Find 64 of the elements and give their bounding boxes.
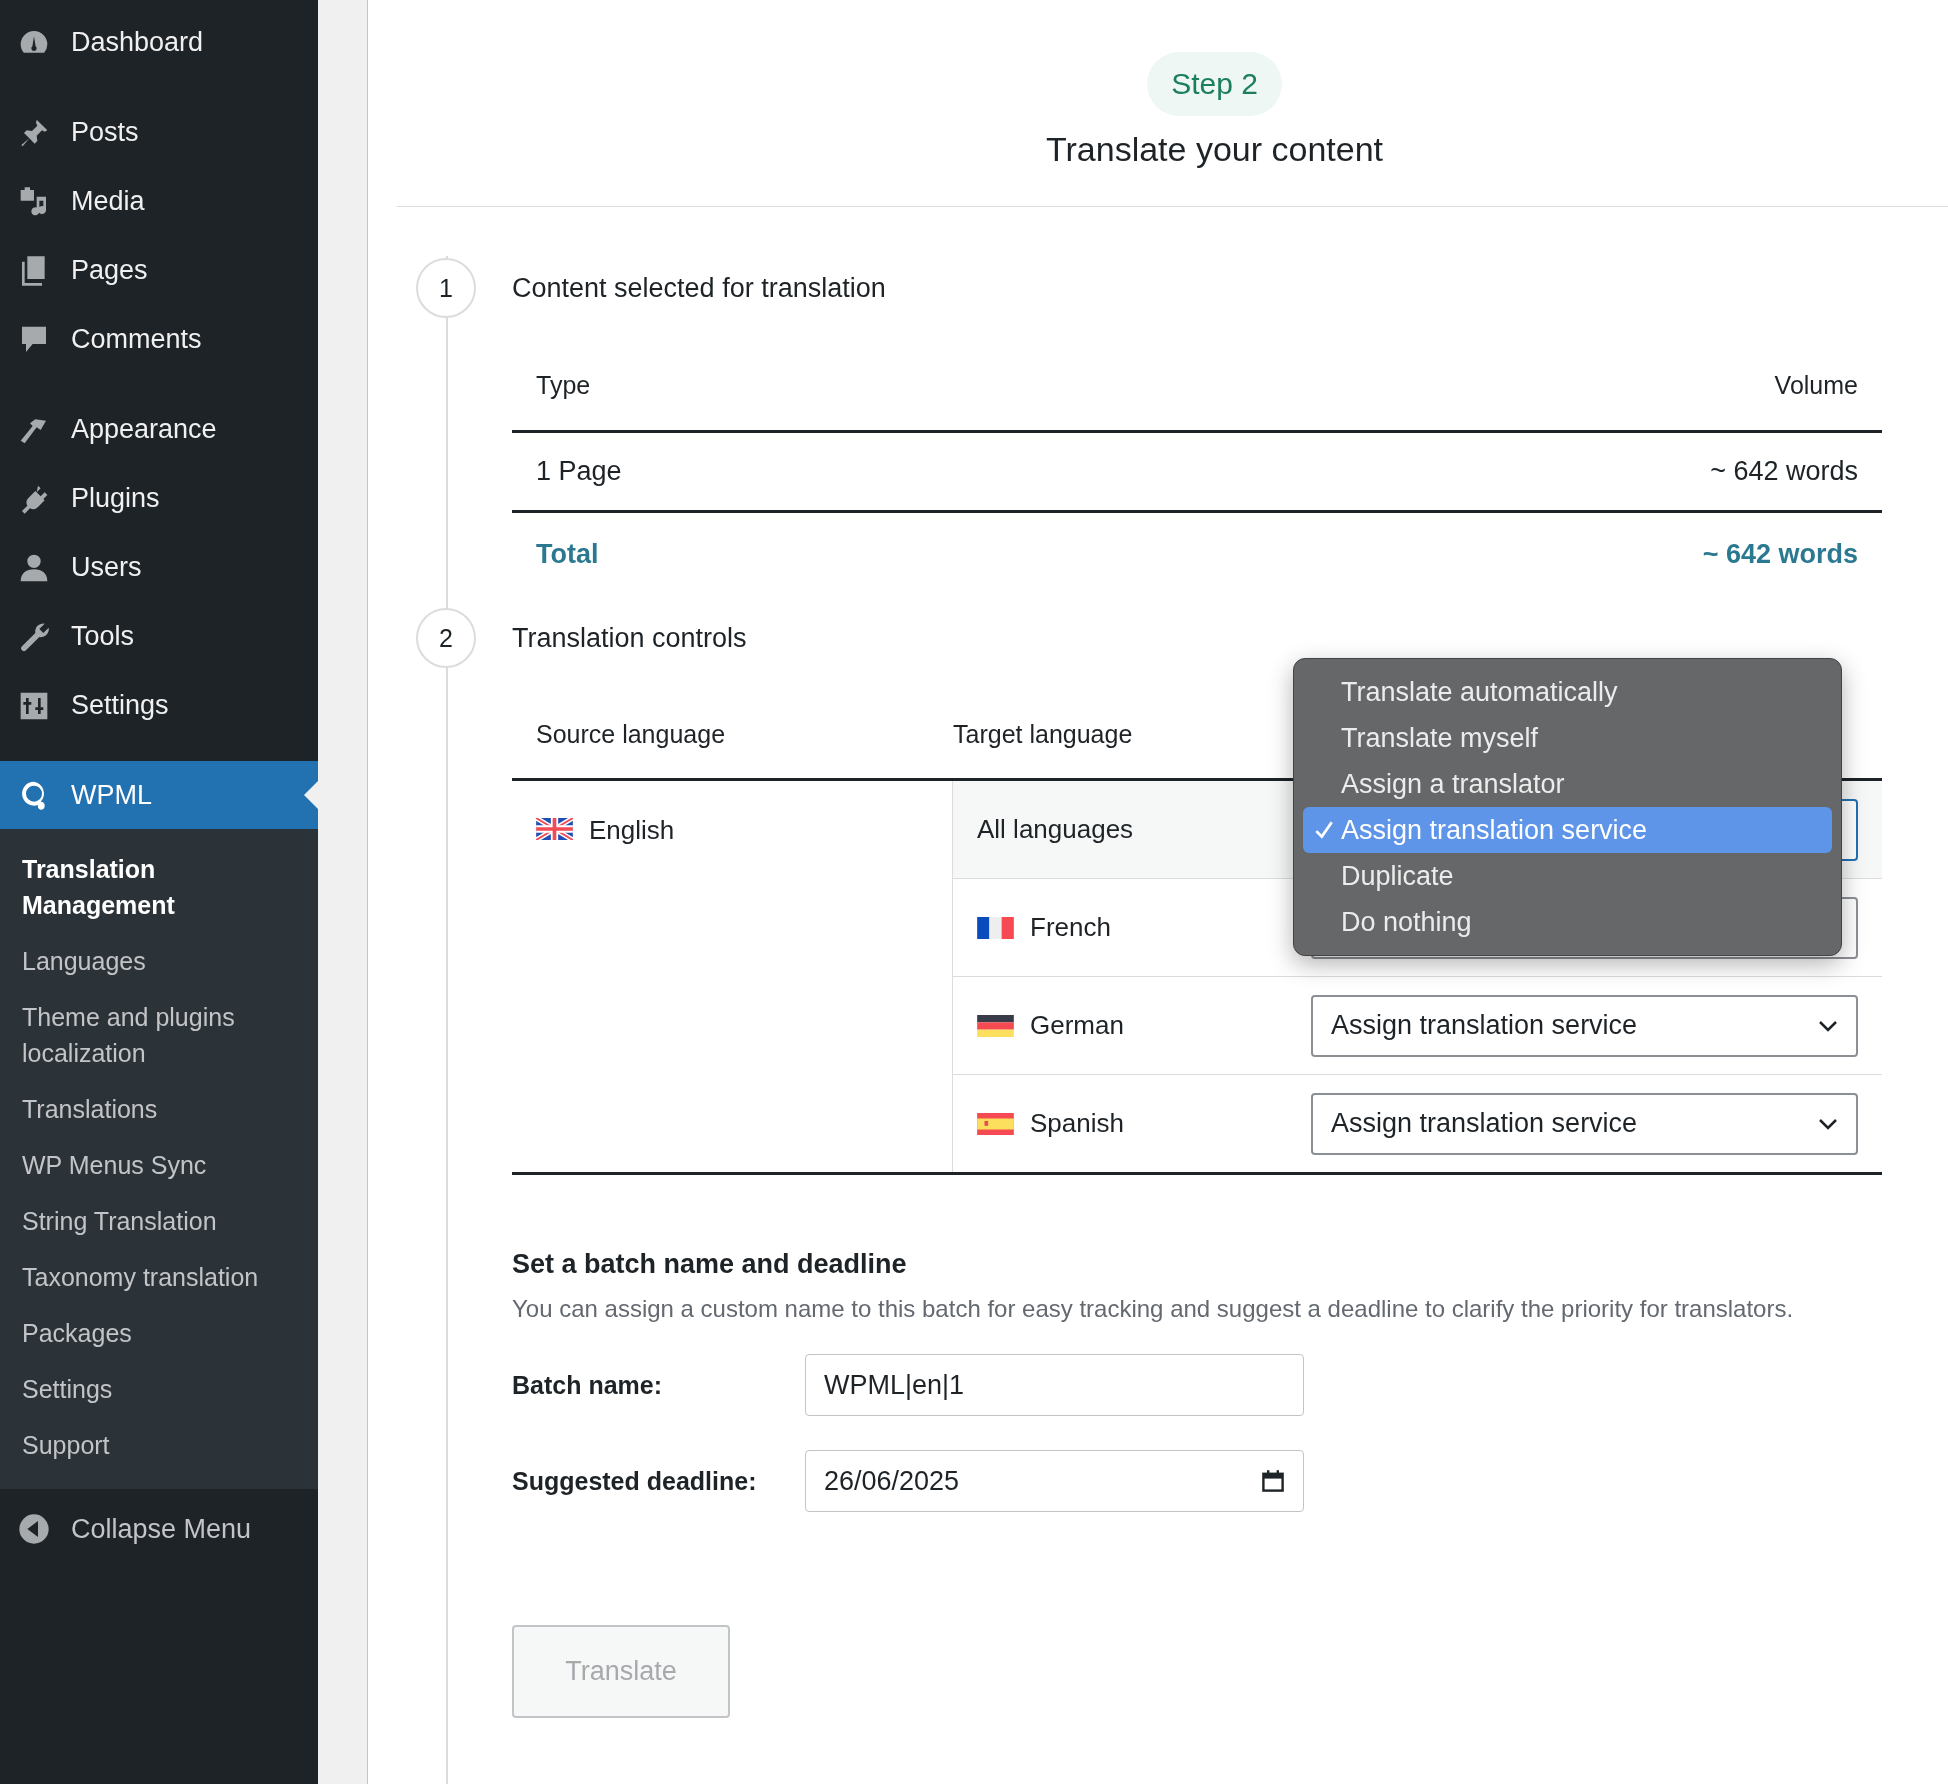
submenu-item[interactable]: Languages bbox=[0, 933, 318, 989]
submenu-item[interactable]: String Translation bbox=[0, 1193, 318, 1249]
column-header: Type bbox=[535, 370, 591, 400]
submenu-item[interactable]: Support bbox=[0, 1417, 318, 1473]
page-title: Translate your content bbox=[1046, 130, 1383, 169]
submenu-item[interactable]: Theme and plugins localization bbox=[0, 989, 318, 1081]
menu-item[interactable]: Plugins bbox=[0, 464, 318, 533]
step-number: 2 bbox=[416, 608, 476, 668]
step-badge: Step 2 bbox=[1147, 52, 1282, 116]
batch-name-field[interactable]: WPML|en|1 bbox=[805, 1354, 1304, 1416]
source-language: English bbox=[589, 815, 675, 846]
calendar-icon[interactable] bbox=[1261, 1469, 1285, 1493]
dropdown-option[interactable]: Translate myself bbox=[1303, 715, 1832, 761]
submenu-item[interactable]: Taxonomy translation bbox=[0, 1249, 318, 1305]
chevron-down-icon bbox=[1818, 1117, 1838, 1130]
total-value: ~ 642 words bbox=[1702, 538, 1859, 570]
dropdown-option[interactable]: Do nothing bbox=[1303, 899, 1832, 945]
target-language: French bbox=[1030, 912, 1111, 943]
column-header: Volume bbox=[1774, 370, 1859, 400]
description: You can assign a custom name to this batch for easy tracking and suggest a deadline to clarify the priority for translators. bbox=[512, 1294, 1795, 1324]
submenu-item[interactable]: Settings bbox=[0, 1361, 318, 1417]
submenu-item[interactable]: Translations bbox=[0, 1081, 318, 1137]
column-header: Target language bbox=[952, 719, 1133, 749]
collapse-menu-button[interactable]: Collapse Menu bbox=[0, 1489, 318, 1569]
section-heading: Set a batch name and deadline bbox=[512, 1248, 908, 1281]
flag-icon bbox=[977, 1112, 1014, 1135]
select-field[interactable]: Assign translation service bbox=[1311, 994, 1858, 1057]
table-cell-text: ~ 642 words bbox=[1710, 456, 1859, 487]
menu-item[interactable]: Tools bbox=[0, 602, 318, 671]
section-title: Content selected for translation bbox=[512, 272, 886, 304]
dropdown-option[interactable]: Duplicate bbox=[1303, 853, 1832, 899]
section-title: Translation controls bbox=[512, 622, 747, 654]
check-icon bbox=[1313, 819, 1335, 841]
pointer-icon bbox=[304, 781, 318, 809]
menu-item[interactable]: Settings bbox=[0, 671, 318, 740]
dropdown-option[interactable]: Translate automatically bbox=[1303, 669, 1832, 715]
target-language: All languages bbox=[977, 814, 1134, 845]
menu-item[interactable]: Pages bbox=[0, 236, 318, 305]
chevron-down-icon bbox=[1818, 1019, 1838, 1032]
field-label: Batch name: bbox=[512, 1370, 664, 1400]
column-header: Source language bbox=[535, 719, 727, 749]
menu-item[interactable]: WPML bbox=[0, 761, 318, 829]
menu-item[interactable]: Comments bbox=[0, 305, 318, 374]
submenu-item[interactable]: WP Menus Sync bbox=[0, 1137, 318, 1193]
target-language: German bbox=[1030, 1010, 1124, 1041]
menu-item[interactable]: Users bbox=[0, 533, 318, 602]
menu-item[interactable]: Media bbox=[0, 167, 318, 236]
menu-item[interactable]: Appearance bbox=[0, 395, 318, 464]
total-label: Total bbox=[535, 538, 599, 570]
target-language: Spanish bbox=[1030, 1108, 1124, 1139]
field-label: Suggested deadline: bbox=[512, 1466, 758, 1496]
submenu-item[interactable]: Translation Management bbox=[0, 841, 318, 933]
menu-item[interactable]: Dashboard bbox=[0, 8, 318, 77]
dropdown-option[interactable]: Assign a translator bbox=[1303, 761, 1832, 807]
flag-icon bbox=[536, 818, 573, 840]
select-field[interactable]: Assign translation service bbox=[1311, 1092, 1858, 1155]
flag-icon bbox=[977, 916, 1014, 939]
submenu-item[interactable]: Packages bbox=[0, 1305, 318, 1361]
left-arrow-circle-icon bbox=[18, 1513, 50, 1545]
table-cell-text: 1 Page bbox=[535, 456, 622, 487]
flag-icon bbox=[977, 1014, 1014, 1037]
date-field[interactable]: 26/06/2025 bbox=[805, 1450, 1304, 1512]
step-number: 1 bbox=[416, 258, 476, 318]
menu-item[interactable]: Posts bbox=[0, 98, 318, 167]
